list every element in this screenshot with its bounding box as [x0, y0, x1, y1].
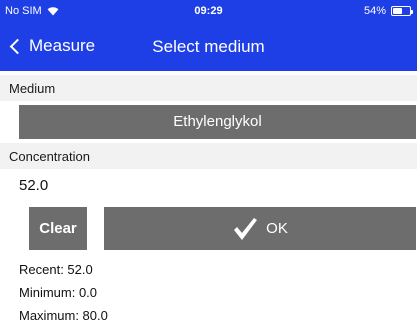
recent-value: Recent: 52.0 [19, 262, 93, 277]
ok-label: OK [266, 220, 288, 237]
back-button[interactable]: Measure [8, 36, 95, 56]
battery-fill [393, 8, 402, 14]
medium-select-button[interactable]: Ethylenglykol [19, 105, 416, 139]
status-right: 54% [363, 5, 413, 17]
battery-icon [391, 6, 413, 16]
minimum-value: Minimum: 0.0 [19, 285, 98, 300]
status-bar: No SIM 09:29 54% [0, 0, 417, 24]
medium-section-header: Medium [0, 75, 417, 101]
nav-bar: Measure Select medium [0, 24, 417, 71]
clear-button[interactable]: Clear [29, 207, 87, 250]
back-label: Measure [29, 36, 96, 55]
battery-percent: 54% [363, 5, 386, 17]
concentration-value[interactable]: 52.0 [19, 177, 48, 194]
maximum-value: Maximum: 80.0 [19, 308, 108, 323]
chevron-left-icon [9, 38, 26, 54]
concentration-section-header: Concentration [0, 143, 417, 169]
ok-button[interactable]: OK [104, 207, 416, 250]
checkmark-icon [234, 217, 258, 240]
status-time: 09:29 [194, 5, 223, 17]
